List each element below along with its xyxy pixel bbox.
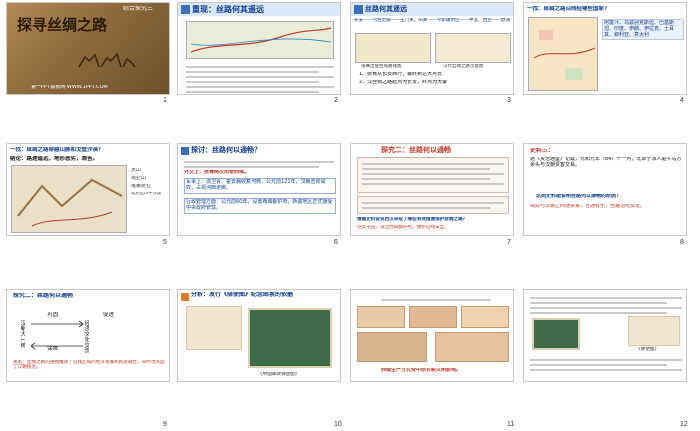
slide-6-administration: 行政管理方面：公元前60年，设置西域都护府，新疆地区正式接受中央政府管辖。 bbox=[184, 198, 336, 214]
slide-6-title: 探讨：丝路何以通畅？ bbox=[191, 146, 261, 154]
slide-8-quote: 据《资治通鉴》记载，元和元年（84）十一月，北单于派人驱牛马万余头与汉朝贾客交易… bbox=[530, 157, 682, 168]
slide-number-7: 7 bbox=[507, 239, 511, 246]
slide-number-12: 12 bbox=[680, 421, 688, 428]
slide-5-conclusion: 结论：路途遥远，地形恶劣，艰苦。 bbox=[10, 156, 99, 162]
slide-thumbnail-5[interactable]: 一找：丝绸之路穿越山脉和戈壁沙漠？ 结论：路途遥远，地形恶劣，艰苦。 天山 昆仑… bbox=[6, 143, 170, 236]
slide-10-caption: 《中国邮政驿使图》 bbox=[258, 372, 300, 377]
zhangqian-route-map bbox=[355, 33, 431, 63]
slide-4-countries: 阿富汗、乌兹别克斯坦、巴基斯坦、印度、伊朗、伊拉克、土耳其、叙利亚、意大利 bbox=[602, 19, 684, 41]
slide-number-11: 11 bbox=[507, 421, 515, 428]
slide-6-military: 军事上：派卫青、霍去病收复河西，公元前121年，汉朝击败匈奴，占领河西走廊。 bbox=[184, 178, 336, 194]
diagram-han-unification: 汉朝大一统 bbox=[19, 320, 26, 348]
slide-thumbnail-4[interactable]: 一找：丝绸之路沿线经哪些国家？ 阿富汗、乌兹别克斯坦、巴基斯坦、印度、伊朗、伊拉… bbox=[523, 2, 687, 95]
slide-sorter-grid: 综合探究三 探寻丝绸之路 第一PPT模板网-WWW.1PPT.COM 1 重现：… bbox=[0, 0, 700, 431]
slide-number-4: 4 bbox=[680, 97, 684, 104]
diagram-consolidate: 巩固 bbox=[47, 312, 59, 318]
slide-1-footer: 第一PPT模板网-WWW.1PPT.COM bbox=[31, 85, 108, 90]
slide-number-3: 3 bbox=[507, 97, 511, 104]
slide-number-6: 6 bbox=[334, 239, 338, 246]
slide-thumbnail-2[interactable]: 重现：丝路何其遥远 bbox=[177, 2, 341, 95]
slide-9-title: 探究二：丝路何以通畅 bbox=[13, 293, 74, 299]
slide-7-title: 探究二：丝路何以通畅 bbox=[381, 146, 451, 154]
slide-number-9: 9 bbox=[163, 421, 167, 428]
slide-thumbnail-1[interactable]: 综合探究三 探寻丝绸之路 第一PPT模板网-WWW.1PPT.COM bbox=[6, 2, 170, 95]
slide-3-title: 丝路何其遥远 bbox=[365, 5, 407, 13]
slide-1-title: 探寻丝绸之路 bbox=[17, 17, 108, 34]
legend-kunlun: 昆仑山 bbox=[131, 176, 147, 181]
slide-5-title: 一找：丝绸之路穿越山脉和戈壁沙漠？ bbox=[10, 147, 104, 153]
terrain-map bbox=[11, 165, 127, 233]
horse-rider-painting bbox=[186, 306, 242, 350]
camel-caravan-illustration bbox=[77, 49, 137, 71]
slide-thumbnail-10[interactable]: 分析：发行《驿使图》纪念邮票的依据 《中国邮政驿使图》 bbox=[177, 289, 341, 382]
diagram-promote: 促进 bbox=[103, 312, 115, 318]
mural-image-2 bbox=[409, 306, 457, 328]
logo-icon bbox=[354, 5, 363, 14]
historical-text-box bbox=[357, 157, 509, 193]
slide-thumbnail-11[interactable]: 西域生产方式受中原农耕文明影响。 bbox=[350, 289, 514, 382]
slide-8-answer: 匈奴与汉朝之间通贸易，互通有无，丝路沿线安定。 bbox=[530, 204, 646, 209]
slide-number-1: 1 bbox=[163, 97, 167, 104]
slide-1-tag: 综合探究三 bbox=[123, 6, 154, 12]
slide-6-diplomacy: 外交上：张骞两次出使西域。 bbox=[184, 170, 250, 175]
mural-image-3 bbox=[461, 306, 509, 328]
legend-tianshan: 天山 bbox=[131, 168, 142, 173]
slide-thumbnail-8[interactable]: 史料三： 据《资治通鉴》记载，元和元年（84）十一月，北单于派人驱牛马万余头与汉… bbox=[523, 143, 687, 236]
slide-8-question: 这则史料能说明丝路何以通畅的原因？ bbox=[536, 194, 622, 199]
slide-thumbnail-12[interactable]: 《驿使图》 bbox=[523, 289, 687, 382]
slide-3-caption-right: 汉代丝绸之路示意图 bbox=[443, 64, 484, 69]
slide-number-10: 10 bbox=[334, 421, 342, 428]
silk-road-map bbox=[186, 21, 334, 59]
slide-3-note: 1、张骞从长安西行，最终到达大月氏 bbox=[359, 72, 443, 77]
slide-thumbnail-9[interactable]: 探究二：丝路何以通畅 巩固 汉朝大一统 促进 保障 经济文化交流 关系：丝绸之路… bbox=[6, 289, 170, 382]
slide-9-footer: 关系：丝绸之路的通畅推动了沿线区域的经济发展和民族融合，同时也巩固了汉朝统治。 bbox=[13, 360, 165, 371]
logo-icon bbox=[181, 147, 189, 155]
slide-number-8: 8 bbox=[680, 239, 684, 246]
logo-icon bbox=[181, 293, 189, 301]
stamp-image bbox=[248, 308, 332, 368]
legend-taklamakan: 塔克拉玛干沙漠 bbox=[131, 192, 162, 196]
legend-karakoram: 喀喇昆仑 bbox=[131, 184, 152, 189]
mural-image-5 bbox=[435, 332, 509, 362]
slide-7-question: 根据史料说说西汉采取了哪些有效措施保护丝绸之路？ bbox=[357, 217, 468, 222]
mural-image-1 bbox=[357, 306, 405, 328]
slide-number-5: 5 bbox=[163, 239, 167, 246]
slide-3-caption-left: 张骞出使西域路线图 bbox=[361, 64, 402, 69]
mural-image-4 bbox=[357, 332, 427, 362]
slide-thumbnail-7[interactable]: 探究二：丝路何以通畅 根据史料说说西汉采取了哪些有效措施保护丝绸之路？ 驻兵屯田… bbox=[350, 143, 514, 236]
logo-icon bbox=[181, 5, 190, 14]
diagram-arrows bbox=[29, 320, 85, 350]
slide-12-caption: 《驿使图》 bbox=[636, 347, 659, 352]
slide-7-answer: 驻兵屯田，设立西域都护府，维护沿线安全。 bbox=[357, 225, 449, 230]
slide-10-title: 分析：发行《驿使图》纪念邮票的依据 bbox=[191, 292, 294, 298]
slide-3-route: 长安——河西走廊——玉门关，阳关——今新疆地区——中亚、西亚——欧洲 bbox=[354, 18, 511, 23]
slide-4-title: 一找：丝绸之路沿线经哪些国家？ bbox=[527, 6, 610, 12]
han-silk-road-map bbox=[435, 33, 511, 63]
slide-2-title: 重现：丝路何其遥远 bbox=[192, 5, 264, 14]
stamp-image-small bbox=[532, 318, 580, 350]
horse-rider-painting-small bbox=[628, 316, 680, 346]
slide-thumbnail-6[interactable]: 探讨：丝路何以通畅？ 外交上：张骞两次出使西域。 军事上：派卫青、霍去病收复河西… bbox=[177, 143, 341, 236]
silk-road-countries-map bbox=[528, 17, 598, 91]
slide-3-note2: 2、汉丝绸之路起点为长安，终点为大秦 bbox=[359, 80, 448, 85]
slide-11-caption: 西域生产方式受中原农耕文明影响。 bbox=[381, 368, 462, 373]
slide-thumbnail-3[interactable]: 丝路何其遥远 长安——河西走廊——玉门关，阳关——今新疆地区——中亚、西亚——欧… bbox=[350, 2, 514, 95]
slide-8-title: 史料三： bbox=[530, 148, 555, 154]
slide-number-2: 2 bbox=[334, 97, 338, 104]
historical-text-box-2 bbox=[357, 196, 509, 214]
